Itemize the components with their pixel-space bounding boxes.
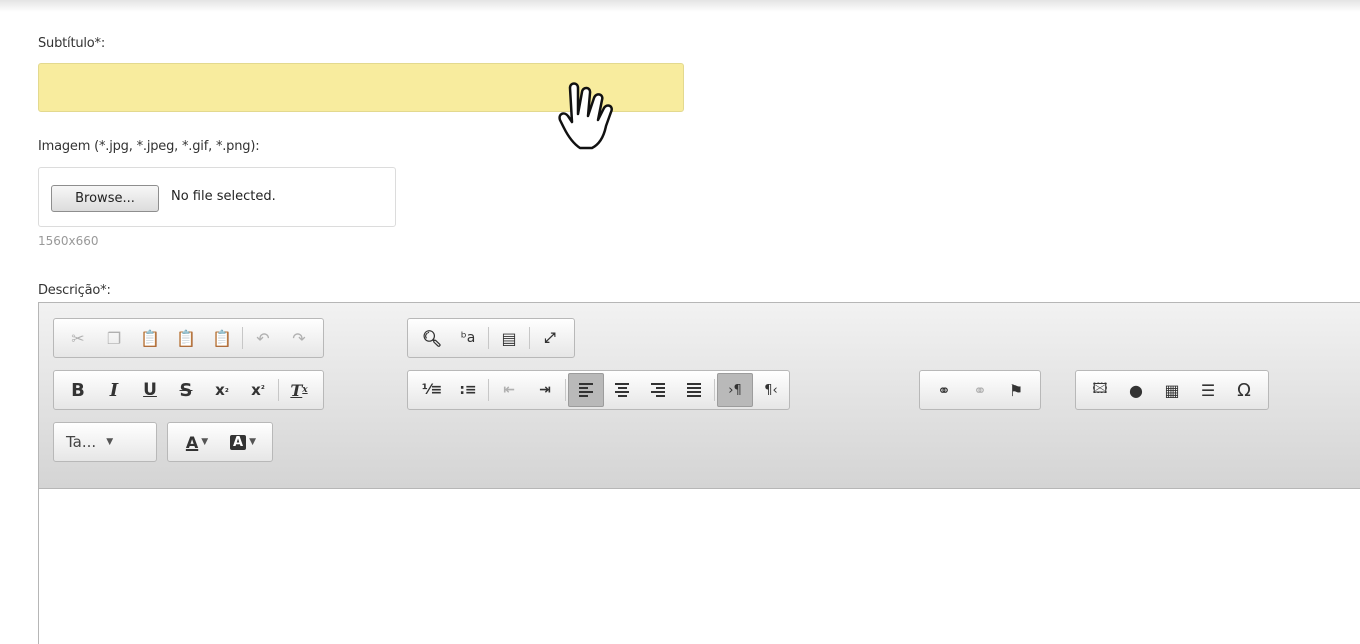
italic-button[interactable]: I — [96, 375, 132, 405]
select-all-icon: ▤ — [501, 328, 517, 348]
superscript-button[interactable]: x² — [240, 375, 276, 405]
editing-group: 🔍︎ ᵇa ▤ ⤢ — [407, 318, 575, 358]
editor-content-area[interactable] — [39, 490, 1360, 644]
clipboard-group: ✂ ❐ 📋 📋 📋 ↶ ↷ — [53, 318, 324, 358]
separator — [529, 327, 530, 349]
file-status: No file selected. — [171, 189, 276, 204]
flag-icon: ⚑ — [1008, 380, 1024, 400]
strike-button[interactable]: S — [168, 375, 204, 405]
separator — [714, 379, 715, 401]
table-icon: ▦ — [1164, 380, 1180, 400]
description-label: Descrição*: — [38, 283, 111, 298]
separator — [488, 379, 489, 401]
undo-button[interactable]: ↶ — [245, 323, 281, 353]
outdent-button[interactable]: ⇤ — [491, 375, 527, 405]
link-button[interactable]: ⚭ — [926, 375, 962, 405]
insert-group: 🖾 ● ▦ ☰ Ω — [1075, 370, 1269, 410]
align-center-button[interactable] — [604, 375, 640, 405]
chevron-down-icon: ▼ — [249, 437, 256, 447]
format-combo-label: Ta... — [66, 433, 97, 451]
replace-icon: ᵇa — [460, 330, 476, 346]
cut-button[interactable]: ✂ — [60, 323, 96, 353]
replace-button[interactable]: ᵇa — [450, 323, 486, 353]
separator — [565, 379, 566, 401]
special-char-button[interactable]: Ω — [1226, 375, 1262, 405]
top-shadow — [0, 0, 1360, 12]
copy-button[interactable]: ❐ — [96, 323, 132, 353]
text-color-button[interactable]: A ▼ — [174, 427, 220, 457]
bold-button[interactable]: B — [60, 375, 96, 405]
subtitle-label: Subtítulo*: — [38, 36, 106, 51]
format-combo[interactable]: Ta... ▼ — [53, 422, 157, 462]
indent-button[interactable]: ⇥ — [527, 375, 563, 405]
horizontal-rule-button[interactable]: ☰ — [1190, 375, 1226, 405]
paste-as-text-button[interactable]: 📋 — [168, 323, 204, 353]
links-group: ⚭ ⚭ ⚑ — [919, 370, 1041, 410]
underline-button[interactable]: U — [132, 375, 168, 405]
align-center-icon — [615, 383, 629, 397]
chevron-down-icon: ▼ — [106, 437, 114, 447]
chevron-down-icon: ▼ — [201, 437, 209, 447]
browse-button[interactable]: Browse... — [51, 185, 159, 212]
search-icon: 🔍︎ — [421, 328, 443, 348]
align-right-icon — [651, 383, 665, 397]
bg-color-button[interactable]: A ▼ — [220, 427, 266, 457]
link-icon: ⚭ — [937, 380, 951, 400]
anchor-button[interactable]: ⚑ — [998, 375, 1034, 405]
image-button[interactable]: 🖾 — [1082, 375, 1118, 405]
editor-toolbar: ✂ ❐ 📋 📋 📋 ↶ ↷ 🔍︎ ᵇa ▤ ⤢ B I U S x₂ x² Tx — [39, 303, 1360, 489]
separator — [488, 327, 489, 349]
unlink-button[interactable]: ⚭ — [962, 375, 998, 405]
paste-button[interactable]: 📋 — [132, 323, 168, 353]
text-color-label: A — [185, 432, 199, 452]
maximize-icon: ⤢ — [544, 330, 556, 346]
justify-icon — [687, 383, 701, 397]
flash-icon: ● — [1129, 380, 1143, 400]
image-size-hint: 1560x660 — [38, 234, 99, 248]
unlink-icon: ⚭ — [973, 380, 987, 400]
bulleted-list-button[interactable]: :≡ — [450, 375, 486, 405]
numbered-list-button[interactable]: ⅟≡ — [414, 375, 450, 405]
redo-button[interactable]: ↷ — [281, 323, 317, 353]
basicstyles-group: B I U S x₂ x² Tx — [53, 370, 324, 410]
rich-text-editor: ✂ ❐ 📋 📋 📋 ↶ ↷ 🔍︎ ᵇa ▤ ⤢ B I U S x₂ x² Tx — [38, 302, 1360, 644]
remove-format-button[interactable]: Tx — [281, 375, 317, 405]
table-button[interactable]: ▦ — [1154, 375, 1190, 405]
colors-group: A ▼ A ▼ — [167, 422, 273, 462]
paste-from-word-button[interactable]: 📋 — [204, 323, 240, 353]
horizontal-rule-icon: ☰ — [1200, 380, 1216, 400]
ltr-button[interactable]: ›¶ — [717, 373, 753, 407]
image-label: Imagem (*.jpg, *.jpeg, *.gif, *.png): — [38, 139, 260, 154]
align-right-button[interactable] — [640, 375, 676, 405]
maximize-button[interactable]: ⤢ — [532, 323, 568, 353]
subscript-button[interactable]: x₂ — [204, 375, 240, 405]
file-input[interactable]: Browse... No file selected. — [38, 167, 396, 227]
omega-icon: Ω — [1237, 379, 1251, 401]
separator — [242, 327, 243, 349]
align-left-button[interactable] — [568, 373, 604, 407]
find-button[interactable]: 🔍︎ — [414, 323, 450, 353]
hand-cursor-icon — [558, 82, 613, 150]
image-icon: 🖾 — [1092, 381, 1108, 397]
align-left-icon — [579, 383, 593, 397]
justify-button[interactable] — [676, 375, 712, 405]
bg-color-label: A — [230, 434, 247, 450]
separator — [278, 379, 279, 401]
paragraph-group: ⅟≡ :≡ ⇤ ⇥ ›¶ ¶‹ — [407, 370, 790, 410]
flash-button[interactable]: ● — [1118, 375, 1154, 405]
rtl-button[interactable]: ¶‹ — [753, 375, 789, 405]
select-all-button[interactable]: ▤ — [491, 323, 527, 353]
